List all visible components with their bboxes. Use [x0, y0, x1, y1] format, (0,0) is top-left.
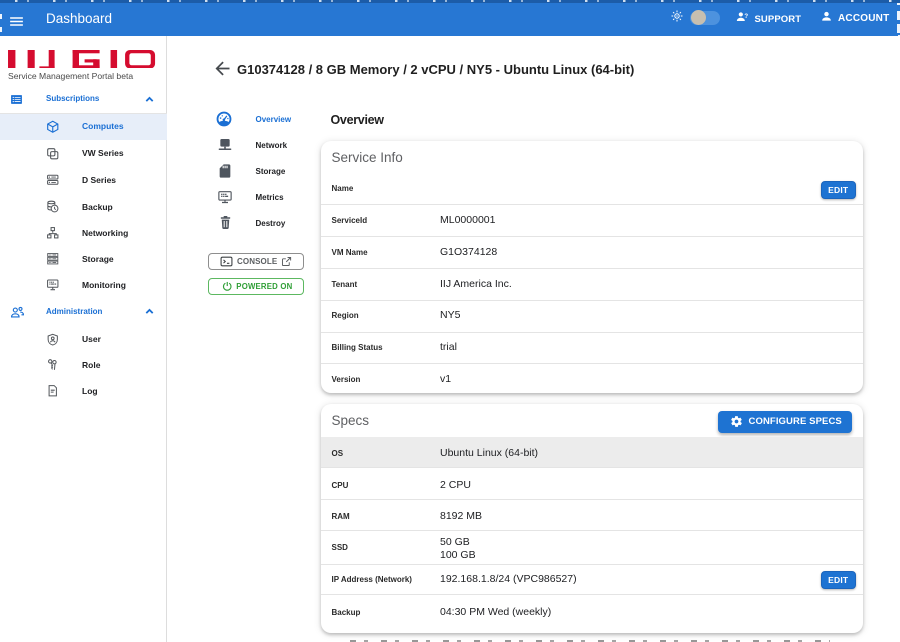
svg-text:?: ?: [744, 12, 748, 19]
